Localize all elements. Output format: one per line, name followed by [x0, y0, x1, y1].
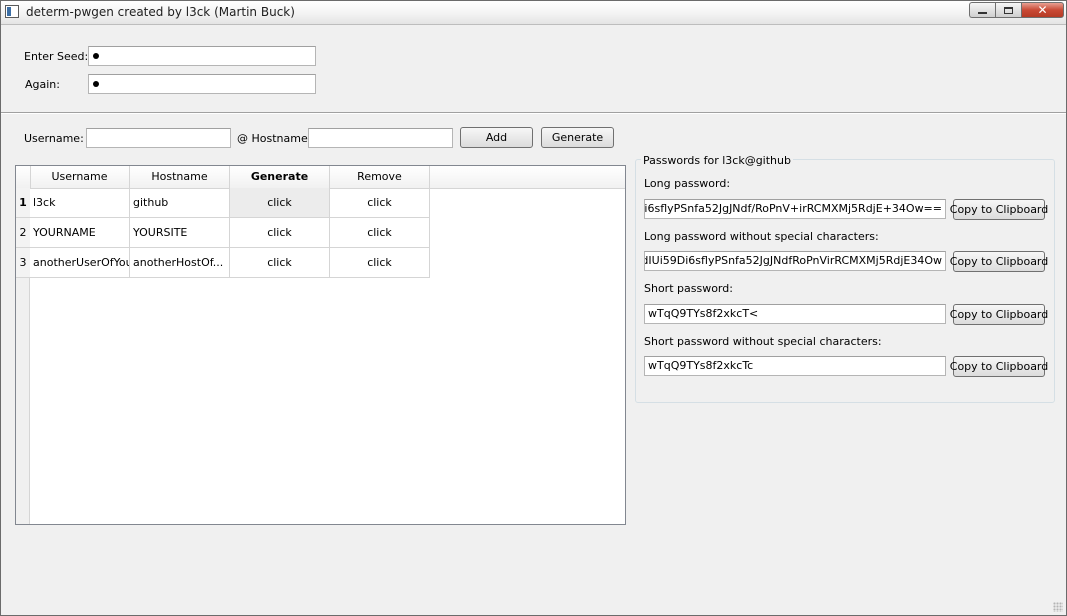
- table-cell-remove[interactable]: click: [330, 188, 430, 218]
- username-label: Username:: [24, 132, 84, 145]
- maximize-icon: [1004, 6, 1013, 14]
- short-nospecial-label: Short password without special character…: [644, 335, 882, 348]
- username-input[interactable]: [86, 128, 231, 148]
- seed-again-input[interactable]: [88, 74, 316, 94]
- table-header: Username Hostname Generate Remove: [16, 166, 625, 189]
- password-mask-dot: [93, 53, 99, 59]
- close-icon: ✕: [1037, 3, 1048, 17]
- title-bar[interactable]: determ-pwgen created by l3ck (Martin Buc…: [1, 1, 1066, 25]
- row-header[interactable]: 2: [16, 218, 30, 248]
- enter-seed-label: Enter Seed:: [24, 50, 89, 63]
- seed-again-label: Again:: [25, 78, 60, 91]
- window-controls: ✕: [969, 2, 1064, 18]
- long-password-value: Ui59Di6sflyPSnfa52JgJNdf/RoPnV+irRCMXMj5…: [644, 202, 942, 215]
- table-cell-generate[interactable]: click: [230, 188, 330, 218]
- passwords-group-title: Passwords for l3ck@github: [641, 154, 793, 167]
- entries-table[interactable]: Username Hostname Generate Remove 1 l3ck…: [15, 165, 626, 525]
- add-button[interactable]: Add: [460, 127, 533, 148]
- long-password-field[interactable]: Ui59Di6sflyPSnfa52JgJNdf/RoPnV+irRCMXMj5…: [644, 199, 946, 219]
- column-header-generate[interactable]: Generate: [230, 166, 330, 188]
- short-nospecial-field[interactable]: wTqQ9TYs8f2xkcTc: [644, 356, 946, 376]
- maximize-button[interactable]: [995, 2, 1021, 18]
- table-cell-remove[interactable]: click: [330, 248, 430, 278]
- close-button[interactable]: ✕: [1021, 2, 1064, 18]
- table-cell-username[interactable]: YOURNAME: [30, 218, 130, 248]
- app-icon: [5, 5, 19, 18]
- long-nospecial-field[interactable]: QP85dIUi59Di6sflyPSnfa52JgJNdfRoPnVirRCM…: [644, 251, 946, 271]
- column-header-username[interactable]: Username: [30, 166, 130, 188]
- minimize-button[interactable]: [969, 2, 995, 18]
- table-cell-username[interactable]: l3ck: [30, 188, 130, 218]
- table-cell-hostname[interactable]: YOURSITE: [130, 218, 230, 248]
- minimize-icon: [978, 12, 987, 14]
- table-cell-hostname[interactable]: anotherHostOf...: [130, 248, 230, 278]
- short-password-value: wTqQ9TYs8f2xkcT<: [648, 307, 759, 320]
- copy-short-password-button[interactable]: Copy to Clipboard: [950, 304, 1048, 325]
- table-cell-remove[interactable]: click: [330, 218, 430, 248]
- seed-input[interactable]: [88, 46, 316, 66]
- table-cell-generate[interactable]: click: [230, 248, 330, 278]
- copy-short-nospecial-button[interactable]: Copy to Clipboard: [950, 356, 1048, 377]
- table-corner[interactable]: [16, 166, 31, 188]
- row-header[interactable]: 1: [16, 188, 30, 218]
- long-password-label: Long password:: [644, 177, 731, 190]
- long-nospecial-value: QP85dIUi59Di6sflyPSnfa52JgJNdfRoPnVirRCM…: [644, 254, 942, 267]
- table-cell-generate[interactable]: click: [230, 218, 330, 248]
- section-divider: [1, 112, 1066, 114]
- resize-grip[interactable]: [1053, 602, 1063, 612]
- table-cell-username[interactable]: anotherUserOfYou: [30, 248, 130, 278]
- copy-long-password-button[interactable]: Copy to Clipboard: [950, 199, 1048, 220]
- hostname-input[interactable]: [308, 128, 453, 148]
- table-cell-hostname[interactable]: github: [130, 188, 230, 218]
- password-mask-dot: [93, 81, 99, 87]
- column-header-hostname[interactable]: Hostname: [130, 166, 230, 188]
- main-window: determ-pwgen created by l3ck (Martin Buc…: [0, 0, 1067, 616]
- short-nospecial-value: wTqQ9TYs8f2xkcTc: [648, 359, 754, 372]
- copy-long-nospecial-button[interactable]: Copy to Clipboard: [950, 251, 1048, 272]
- short-password-field[interactable]: wTqQ9TYs8f2xkcT<: [644, 304, 946, 324]
- hostname-label: @ Hostname:: [237, 132, 312, 145]
- window-title: determ-pwgen created by l3ck (Martin Buc…: [26, 5, 295, 19]
- long-nospecial-label: Long password without special characters…: [644, 230, 879, 243]
- column-header-remove[interactable]: Remove: [330, 166, 430, 188]
- generate-button[interactable]: Generate: [541, 127, 614, 148]
- row-header[interactable]: 3: [16, 248, 30, 278]
- short-password-label: Short password:: [644, 282, 733, 295]
